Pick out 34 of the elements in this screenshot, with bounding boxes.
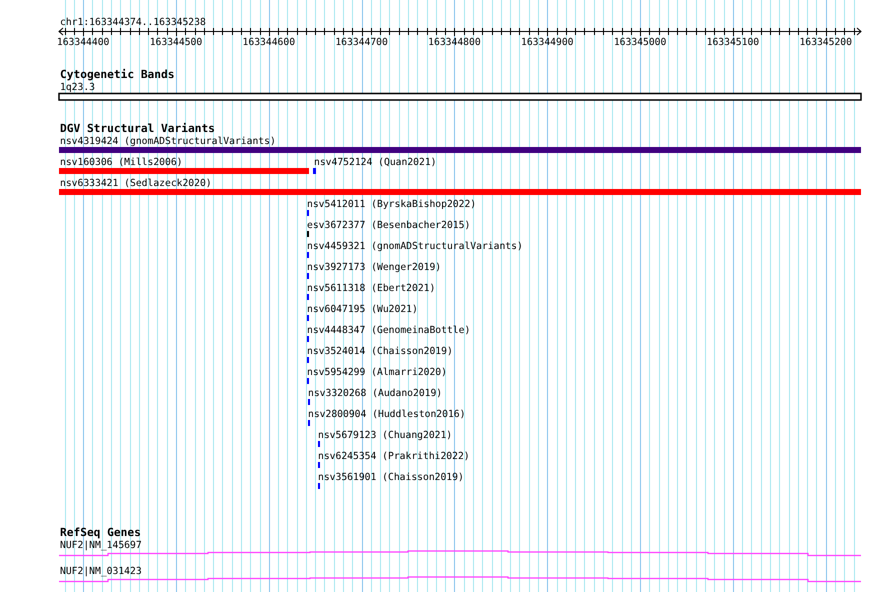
variant-label: nsv3561901 (Chaisson2019) bbox=[318, 472, 464, 483]
variant-label: nsv160306 (Mills2006) bbox=[60, 157, 182, 168]
variant-label: nsv3320268 (Audano2019) bbox=[308, 388, 442, 399]
variant-label: nsv4319424 (gnomADStructuralVariants) bbox=[60, 136, 276, 147]
coordinate-label: 163345200 bbox=[799, 37, 852, 48]
position-label: chr1:163344374..163345238 bbox=[60, 17, 206, 28]
variant-label: nsv4752124 (Quan2021) bbox=[314, 157, 436, 168]
coordinate-label: 163344500 bbox=[150, 37, 202, 48]
variant-label: nsv5954299 (Almarri2020) bbox=[307, 367, 447, 378]
coordinate-label: 163344700 bbox=[335, 37, 388, 48]
coordinate-label: 163345000 bbox=[614, 37, 666, 48]
variant-label: nsv3524014 (Chaisson2019) bbox=[307, 346, 453, 357]
track-title: Cytogenetic Bands bbox=[60, 68, 175, 81]
variant-label: nsv3927173 (Wenger2019) bbox=[307, 262, 442, 273]
variant-label: nsv4459321 (gnomADStructuralVariants) bbox=[307, 241, 523, 252]
coordinate-label: 163345100 bbox=[706, 37, 760, 48]
variant-label: nsv5412011 (ByrskaBishop2022) bbox=[307, 199, 476, 210]
variant-label: nsv6245354 (Prakrithi2022) bbox=[318, 451, 470, 462]
track-title: RefSeq Genes bbox=[60, 526, 141, 539]
variant-label: esv3672377 (Besenbacher2015) bbox=[307, 220, 470, 231]
variant-label: nsv6047195 (Wu2021) bbox=[307, 304, 418, 315]
variant-label: nsv2800904 (Huddleston2016) bbox=[308, 409, 466, 420]
variant-label: nsv4448347 (GenomeinaBottle) bbox=[307, 325, 470, 336]
track-title: DGV Structural Variants bbox=[60, 122, 215, 135]
variant-label: nsv6333421 (Sedlazeck2020) bbox=[60, 178, 212, 189]
variant-label: nsv5611318 (Ebert2021) bbox=[307, 283, 436, 294]
gene-label: NUF2|NM_145697 bbox=[60, 540, 142, 551]
coordinate-label: 163344900 bbox=[521, 37, 574, 48]
coordinate-label: 163344800 bbox=[428, 37, 481, 48]
variant-label: nsv5679123 (Chuang2021) bbox=[318, 430, 452, 441]
coordinate-label: 163344400 bbox=[56, 37, 110, 48]
gene-label: NUF2|NM_031423 bbox=[60, 566, 142, 577]
coordinate-label: 163344600 bbox=[242, 37, 296, 48]
band-label: 1q23.3 bbox=[60, 82, 95, 93]
